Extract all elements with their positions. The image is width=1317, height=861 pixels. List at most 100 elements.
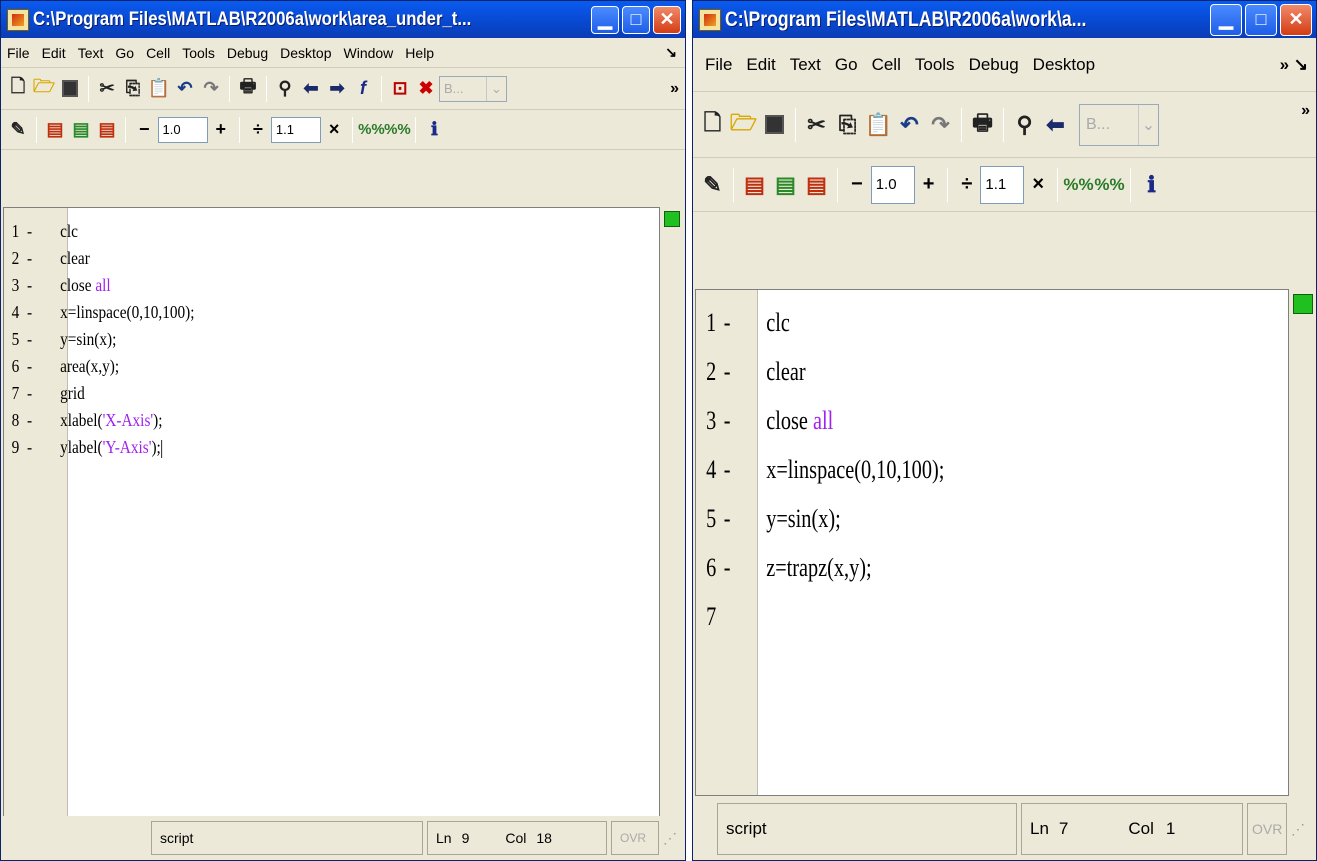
menu-desktop[interactable]: Desktop [1033, 55, 1095, 75]
paste-icon[interactable]: 📋 [146, 76, 172, 102]
evaluate-cell-icon[interactable]: ✎ [697, 169, 728, 201]
divide-icon[interactable]: ÷ [253, 119, 263, 140]
breakpoint-marker[interactable]: - [19, 356, 39, 377]
help-info-icon[interactable]: ℹ [421, 117, 447, 143]
multiply-icon[interactable]: × [1032, 173, 1044, 196]
title-bar[interactable]: C:\Program Files\MATLAB\R2006a\work\area… [1, 1, 685, 38]
menu-help[interactable]: Help [405, 45, 434, 61]
cut-icon[interactable]: ✂ [801, 109, 832, 141]
menu-file[interactable]: File [705, 55, 732, 75]
stack-combo[interactable]: B... ⌄ [1079, 103, 1159, 146]
next-cell-icon[interactable]: ▤ [801, 169, 832, 201]
next-cell-icon[interactable]: ▤ [94, 117, 120, 143]
copy-icon[interactable]: ⎘ [120, 76, 146, 102]
minimize-button[interactable]: ▁ [591, 5, 619, 34]
mlint-status-indicator[interactable] [1293, 294, 1313, 314]
breakpoint-marker[interactable]: - [19, 383, 39, 404]
title-bar[interactable]: C:\Program Files\MATLAB\R2006a\work\a...… [693, 1, 1316, 38]
save-icon[interactable] [57, 76, 83, 102]
menu-tools[interactable]: Tools [915, 55, 955, 75]
insert-cell-icon[interactable]: ▤ [42, 117, 68, 143]
code-line[interactable]: 1- clc [4, 218, 561, 245]
undock-icon[interactable]: ↘ [665, 44, 677, 61]
paste-icon[interactable]: 📋 [863, 109, 894, 141]
divide-icon[interactable]: ÷ [961, 173, 972, 196]
code-editor[interactable]: 1- clc 2- clear 3- close all 4- x=linspace(0,10… [3, 207, 660, 817]
breakpoint-marker[interactable]: - [19, 410, 39, 431]
breakpoint-marker[interactable]: - [716, 504, 738, 534]
code-line[interactable]: 7 [696, 592, 1158, 641]
menu-edit[interactable]: Edit [746, 55, 775, 75]
menu-tools[interactable]: Tools [182, 45, 215, 61]
back-arrow-icon[interactable]: ⬅ [1040, 109, 1071, 141]
menu-text[interactable]: Text [78, 45, 104, 61]
code-line[interactable]: 3- close all [696, 396, 1158, 445]
code-line[interactable]: 4- x=linspace(0,10,100); [696, 445, 1158, 494]
evaluate-advance-icon[interactable]: ▤ [68, 117, 94, 143]
increment-icon[interactable]: + [216, 119, 227, 140]
set-breakpoint-icon[interactable]: ⊡ [387, 76, 413, 102]
menu-go[interactable]: Go [115, 45, 134, 61]
breakpoint-marker[interactable]: - [19, 329, 39, 350]
resize-grip-icon[interactable]: ⋰ [1291, 821, 1305, 838]
chevron-down-icon[interactable]: ⌄ [1138, 104, 1158, 145]
code-line[interactable]: 8- xlabel('X-Axis'); [4, 407, 561, 434]
breakpoint-marker[interactable]: - [19, 248, 39, 269]
binoculars-icon[interactable]: ⚲ [272, 76, 298, 102]
menu-cell[interactable]: Cell [146, 45, 170, 61]
open-folder-icon[interactable]: 🗁 [31, 76, 57, 102]
menu-overflow-icon[interactable]: » ↘ [1280, 55, 1308, 75]
forward-arrow-icon[interactable]: ➡ [324, 76, 350, 102]
breakpoint-marker[interactable]: - [716, 357, 738, 387]
save-icon[interactable] [759, 109, 790, 141]
breakpoint-marker[interactable]: - [19, 437, 39, 458]
menu-cell[interactable]: Cell [872, 55, 901, 75]
code-line[interactable]: 6- area(x,y); [4, 353, 561, 380]
code-line[interactable]: 6- z=trapz(x,y); [696, 543, 1158, 592]
undo-icon[interactable]: ↶ [894, 109, 925, 141]
resize-grip-icon[interactable]: ⋰ [663, 830, 677, 847]
decrement-icon[interactable]: − [139, 119, 150, 140]
menu-edit[interactable]: Edit [42, 45, 66, 61]
insert-cell-divider-icon[interactable]: %% [358, 117, 385, 143]
breakpoint-marker[interactable]: - [716, 406, 738, 436]
menu-go[interactable]: Go [835, 55, 858, 75]
breakpoint-marker[interactable]: - [19, 275, 39, 296]
toolbar-more-icon[interactable]: » [670, 80, 679, 98]
code-line[interactable]: 3- close all [4, 272, 561, 299]
code-line[interactable]: 7- grid [4, 380, 561, 407]
code-line[interactable]: 9- ylabel('Y-Axis'); [4, 434, 561, 461]
insert-cell-icon[interactable]: ▤ [739, 169, 770, 201]
evaluate-advance-icon[interactable]: ▤ [770, 169, 801, 201]
breakpoint-marker[interactable]: - [716, 308, 738, 338]
close-button[interactable]: ✕ [1280, 3, 1312, 36]
multiply-icon[interactable]: × [329, 119, 340, 140]
breakpoint-marker[interactable]: - [716, 553, 738, 583]
factor-value-input[interactable]: 1.1 [980, 165, 1025, 204]
menu-debug[interactable]: Debug [969, 55, 1019, 75]
back-arrow-icon[interactable]: ⬅ [298, 76, 324, 102]
code-line[interactable]: 4- x=linspace(0,10,100); [4, 299, 561, 326]
cell-options-icon[interactable]: %% [384, 117, 411, 143]
stack-combo[interactable]: B... ⌄ [439, 75, 507, 102]
clear-breakpoints-icon[interactable]: ✖ [413, 76, 439, 102]
increment-value-input[interactable]: 1.0 [157, 116, 208, 143]
menu-debug[interactable]: Debug [227, 45, 268, 61]
cut-icon[interactable]: ✂ [94, 76, 120, 102]
cell-options-icon[interactable]: %% [1094, 169, 1125, 201]
code-line[interactable]: 5- y=sin(x); [4, 326, 561, 353]
print-icon[interactable]: 🖶 [235, 76, 261, 102]
insert-cell-divider-icon[interactable]: %% [1063, 169, 1094, 201]
breakpoint-marker[interactable]: - [716, 455, 738, 485]
menu-file[interactable]: File [7, 45, 30, 61]
menu-desktop[interactable]: Desktop [280, 45, 331, 61]
code-line[interactable]: 2- clear [4, 245, 561, 272]
print-icon[interactable]: 🖶 [967, 109, 998, 141]
menu-text[interactable]: Text [790, 55, 821, 75]
menu-window[interactable]: Window [344, 45, 394, 61]
maximize-button[interactable]: □ [622, 5, 650, 34]
breakpoint-marker[interactable]: - [19, 302, 39, 323]
breakpoint-marker[interactable]: - [19, 221, 39, 242]
code-editor[interactable]: 1- clc 2- clear 3- close all 4- x=linspace(0,10… [695, 289, 1289, 796]
help-info-icon[interactable]: ℹ [1136, 169, 1167, 201]
